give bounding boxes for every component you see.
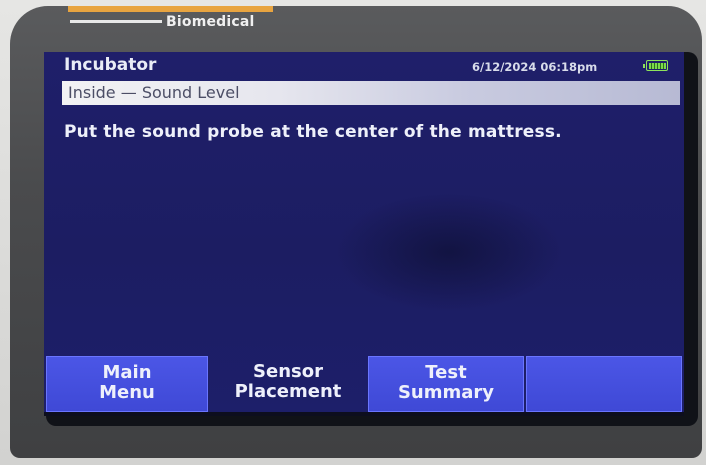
brand-label: Biomedical — [166, 14, 255, 30]
softkey-label-line2: Placement — [234, 381, 342, 402]
main-menu-button[interactable]: Main Menu — [46, 356, 208, 412]
screen-bottom-edge — [44, 412, 684, 416]
brand-accent-bar — [68, 6, 273, 12]
blank-softkey-button[interactable] — [526, 356, 682, 412]
softkey-label-line2: Summary — [397, 382, 495, 403]
softkey-label-line2: Menu — [99, 382, 155, 403]
sensor-placement-button[interactable]: Sensor Placement — [210, 356, 366, 412]
softkey-label-line1: Test — [425, 362, 467, 383]
softkey-label-line1: Sensor — [253, 361, 323, 382]
breadcrumb: Inside — Sound Level — [62, 81, 680, 105]
softkey-bar: Main Menu Sensor Placement Test Summary — [44, 356, 684, 412]
screen: Incubator 6/12/2024 06:18pm Inside — Sou… — [44, 52, 684, 416]
instruction-text: Put the sound probe at the center of the… — [64, 122, 562, 142]
screen-reflection — [334, 192, 564, 312]
datetime-display: 6/12/2024 06:18pm — [472, 60, 598, 74]
page-title: Incubator — [64, 55, 157, 75]
softkey-label-line1: Main — [102, 362, 152, 383]
test-summary-button[interactable]: Test Summary — [368, 356, 524, 412]
breadcrumb-label: Inside — Sound Level — [68, 83, 240, 102]
battery-level — [648, 62, 666, 69]
header-bar: Incubator 6/12/2024 06:18pm — [44, 52, 684, 78]
brand-line — [70, 20, 162, 23]
battery-full-icon — [643, 60, 668, 71]
